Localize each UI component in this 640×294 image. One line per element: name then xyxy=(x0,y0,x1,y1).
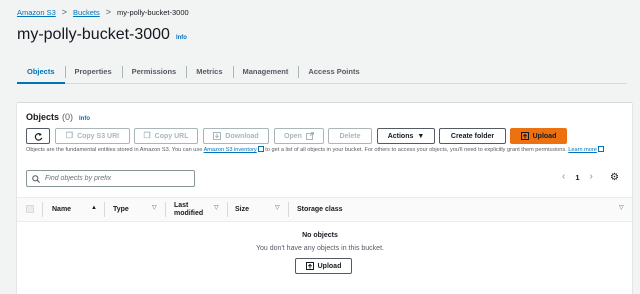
tab-properties[interactable]: Properties xyxy=(64,60,122,83)
breadcrumb-separator-icon: > xyxy=(61,6,68,17)
upload-icon xyxy=(520,132,529,140)
open-label: Open xyxy=(284,132,302,140)
column-header-storage-class[interactable]: Storage class xyxy=(297,197,343,222)
empty-upload-button[interactable]: Upload xyxy=(295,258,352,274)
create-folder-label: Create folder xyxy=(450,132,495,140)
inventory-link[interactable]: Amazon S3 inventory xyxy=(204,147,257,153)
search-icon xyxy=(32,174,40,183)
sort-icon[interactable]: ▽ xyxy=(152,205,157,211)
column-header-type[interactable]: Type xyxy=(113,197,129,222)
column-last-modified-label: Last modified xyxy=(174,201,204,217)
breadcrumb-buckets[interactable]: Buckets xyxy=(73,8,100,17)
search-box xyxy=(26,170,195,187)
upload-label: Upload xyxy=(532,132,557,140)
tab-bar: Objects Properties Permissions Metrics M… xyxy=(17,60,627,84)
objects-title: Objects xyxy=(26,112,60,122)
actions-label: Actions xyxy=(387,132,414,140)
page-number[interactable]: 1 xyxy=(575,173,579,182)
delete-button[interactable]: Delete xyxy=(328,128,372,144)
search-input[interactable] xyxy=(45,175,185,182)
objects-description: Objects are the fundamental entities sto… xyxy=(26,146,626,154)
sort-ascending-icon[interactable]: ▲ xyxy=(91,205,97,211)
page-header: my-polly-bucket-3000 Info xyxy=(17,26,187,44)
column-divider xyxy=(104,202,105,217)
external-link-icon xyxy=(305,132,314,140)
prev-page-icon[interactable]: ‹ xyxy=(562,172,565,182)
tab-management[interactable]: Management xyxy=(232,60,299,83)
column-header-last-modified[interactable]: Last modified xyxy=(174,197,212,222)
pagination: ‹ 1 › xyxy=(562,172,593,182)
copy-url-label: Copy URL xyxy=(154,132,189,140)
empty-state-title: No objects xyxy=(302,232,338,239)
column-size-label: Size xyxy=(235,205,250,213)
column-header-size[interactable]: Size xyxy=(235,197,249,222)
upload-icon xyxy=(305,262,314,270)
breadcrumb-separator-icon: > xyxy=(105,6,111,17)
sort-icon[interactable]: ▽ xyxy=(214,205,219,211)
select-all-checkbox[interactable] xyxy=(26,205,34,213)
actions-dropdown[interactable]: Actions ▼ xyxy=(377,128,435,144)
copy-s3-uri-label: Copy S3 URI xyxy=(77,132,120,140)
sort-icon[interactable]: ▽ xyxy=(619,205,624,211)
tab-objects[interactable]: Objects xyxy=(17,60,65,84)
objects-info-link[interactable]: Info xyxy=(79,116,90,122)
breadcrumb: Amazon S3 > Buckets > my-polly-bucket-30… xyxy=(17,6,189,18)
column-divider xyxy=(227,202,228,217)
column-divider xyxy=(288,202,289,217)
empty-upload-label: Upload xyxy=(317,262,342,270)
download-button[interactable]: Download xyxy=(203,128,269,144)
copy-icon: ❐ xyxy=(65,131,74,140)
copy-s3-uri-button[interactable]: ❐ Copy S3 URI xyxy=(55,128,130,144)
column-type-label: Type xyxy=(113,205,129,213)
description-text-2: to get a list of all objects in your buc… xyxy=(263,147,569,153)
copy-url-button[interactable]: ❐ Copy URL xyxy=(134,128,198,144)
tab-permissions[interactable]: Permissions xyxy=(121,60,187,83)
tab-metrics[interactable]: Metrics xyxy=(186,60,232,83)
caret-down-icon: ▼ xyxy=(417,132,425,140)
column-header-name[interactable]: Name xyxy=(52,197,71,222)
description-text-1: Objects are the fundamental entities sto… xyxy=(26,147,204,153)
info-link[interactable]: Info xyxy=(176,35,187,41)
delete-label: Delete xyxy=(339,132,361,140)
tab-access-points[interactable]: Access Points xyxy=(298,60,369,83)
create-folder-button[interactable]: Create folder xyxy=(439,128,506,144)
open-button[interactable]: Open xyxy=(274,128,324,144)
objects-header: Objects (0) Info xyxy=(26,112,90,122)
refresh-icon xyxy=(34,132,42,141)
empty-state-message: You don't have any objects in this bucke… xyxy=(256,245,384,252)
column-storage-class-label: Storage class xyxy=(297,205,343,213)
column-name-label: Name xyxy=(52,205,72,213)
breadcrumb-amazon-s3[interactable]: Amazon S3 xyxy=(17,8,56,17)
breadcrumb-current: my-polly-bucket-3000 xyxy=(117,7,189,17)
sort-icon[interactable]: ▽ xyxy=(275,205,280,211)
settings-gear-icon[interactable]: ⚙ xyxy=(610,173,619,183)
page-title: my-polly-bucket-3000 xyxy=(17,26,170,43)
download-label: Download xyxy=(225,132,259,140)
learn-more-link[interactable]: Learn more xyxy=(568,147,597,153)
copy-icon: ❐ xyxy=(143,131,151,140)
objects-count: (0) xyxy=(62,112,74,122)
refresh-button[interactable] xyxy=(26,128,50,144)
external-link-icon xyxy=(597,146,604,152)
upload-button[interactable]: Upload xyxy=(510,128,567,144)
column-divider xyxy=(42,202,43,217)
download-icon xyxy=(213,132,222,140)
column-divider xyxy=(165,202,166,217)
next-page-icon[interactable]: › xyxy=(590,172,593,182)
